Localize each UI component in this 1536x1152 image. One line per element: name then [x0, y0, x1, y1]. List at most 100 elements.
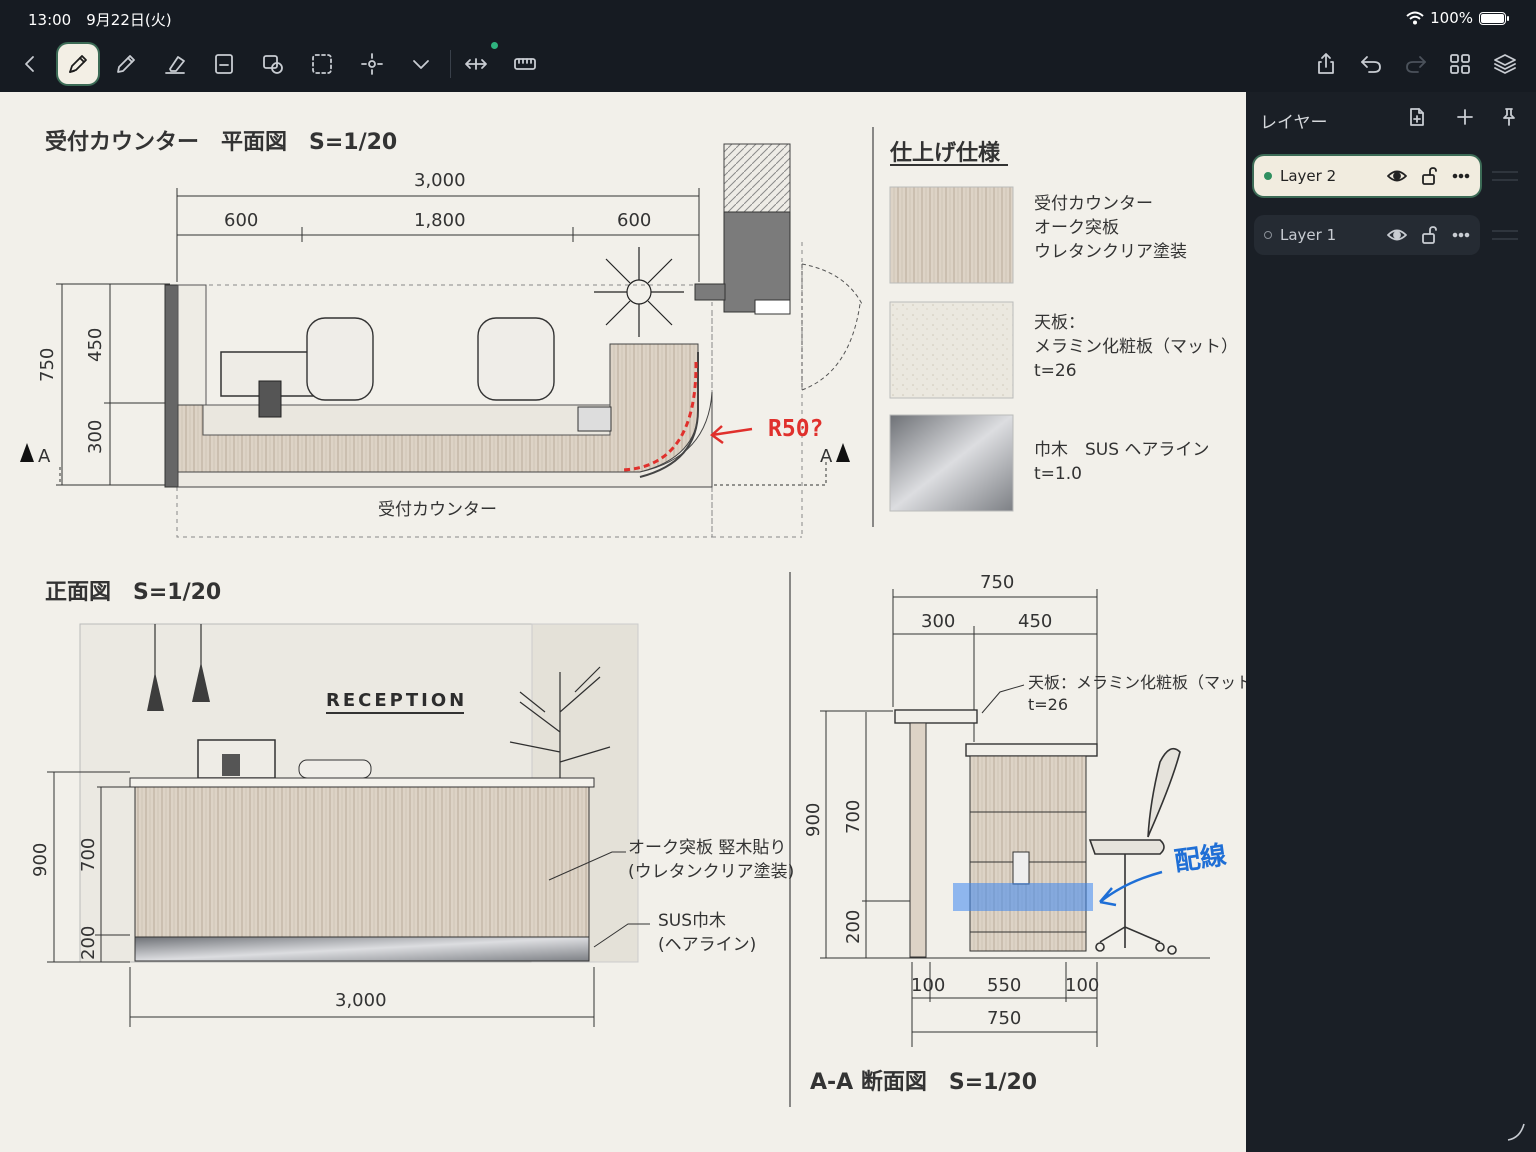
section-title: A-A 断面図 S=1/20 [810, 1070, 1038, 1095]
wifi-icon [1406, 11, 1424, 25]
grid-icon[interactable] [1440, 44, 1480, 84]
finish-item-2: 天板： メラミン化粧板（マット） t=26 [1034, 311, 1238, 383]
toolbar [0, 36, 1536, 92]
plan-dim-c: 600 [617, 210, 652, 231]
lock-open-icon[interactable] [1416, 223, 1442, 247]
share-icon[interactable] [1306, 44, 1346, 84]
section-top-note-line-2: t=26 [1028, 695, 1069, 714]
section-top-note: 天板：メラミン化粧板（マット） t=26 [1028, 672, 1246, 716]
layer-active-dot [1264, 172, 1272, 180]
finish-item-3: 巾木 SUS ヘアライン t=1.0 [1034, 438, 1209, 486]
pencil-icon[interactable] [106, 44, 146, 84]
plan-dim-450: 450 [85, 327, 106, 362]
plan-counter-label: 受付カウンター [378, 500, 497, 520]
layers-panel-title: レイヤー [1260, 113, 1328, 133]
front-dim-3000: 3,000 [335, 990, 387, 1011]
back-icon[interactable] [10, 44, 50, 84]
plan-plant [594, 247, 684, 337]
text-box-icon[interactable] [204, 44, 244, 84]
shapes-icon[interactable] [253, 44, 293, 84]
front-dim-700: 700 [78, 837, 99, 872]
front-note-oak-line-1: オーク突板 竪木貼り [628, 838, 787, 858]
status-right: 100% [1406, 9, 1509, 27]
plan-dim-300: 300 [85, 419, 106, 454]
front-note-oak: オーク突板 竪木貼り (ウレタンクリア塗装) [628, 836, 794, 884]
markup-wiring: 配線 [1172, 840, 1229, 878]
eraser-icon[interactable] [155, 44, 195, 84]
section-marker-left: A [38, 446, 51, 467]
section-top-note-line-1: 天板：メラミン化粧板（マット） [1028, 673, 1246, 692]
front-dim-200: 200 [78, 925, 99, 960]
undo-icon[interactable] [1351, 44, 1391, 84]
toolbar-divider [450, 50, 451, 78]
battery-percent: 100% [1430, 9, 1473, 27]
plan-dim-total: 3,000 [414, 170, 466, 191]
finish-title: 仕上げ仕様 [890, 141, 1001, 166]
section-chair [1088, 747, 1181, 955]
plan-dim-b: 1,800 [414, 210, 466, 231]
layer-name: Layer 2 [1280, 167, 1337, 185]
markup-r50: R50? [768, 416, 824, 442]
status-date: 9月22日(火) [86, 11, 172, 29]
plan-dim-a: 600 [224, 210, 259, 231]
finish-item-2-line-1: 天板： [1034, 313, 1085, 333]
status-time-date: 13:00 9月22日(火) [28, 9, 172, 30]
resize-corner-icon[interactable] [1504, 1120, 1528, 1144]
section-marker-right: A [820, 446, 833, 467]
active-indicator-dot [491, 42, 498, 49]
plan-title: 受付カウンター 平面図 S=1/20 [45, 130, 398, 155]
layer-drag-handle[interactable] [1492, 171, 1518, 181]
finish-item-1: 受付カウンター オーク突板 ウレタンクリア塗装 [1034, 192, 1187, 264]
status-time: 13:00 [28, 11, 72, 29]
plan-dim-750: 750 [37, 347, 58, 382]
section-dim-100-right: 100 [1065, 975, 1100, 996]
drawing-canvas[interactable]: 受付カウンター 平面図 S=1/20 3,000 600 1,800 600 7… [0, 92, 1246, 1152]
layer-drag-handle[interactable] [1492, 230, 1518, 240]
section-dim-750-bottom: 750 [987, 1008, 1022, 1029]
finish-item-1-line-3: ウレタンクリア塗装 [1034, 242, 1187, 262]
add-layer-icon[interactable] [1454, 106, 1478, 130]
eye-icon[interactable] [1384, 164, 1410, 188]
ruler-icon[interactable] [505, 44, 545, 84]
front-note-sus-line-2: (ヘアライン) [658, 935, 757, 955]
section-dim-700: 700 [843, 799, 864, 834]
front-dim-900: 900 [30, 842, 51, 877]
section-dim-300: 300 [921, 611, 956, 632]
add-page-layer-icon[interactable] [1406, 106, 1430, 130]
section-dim-550: 550 [987, 975, 1022, 996]
more-options-icon[interactable] [1448, 164, 1474, 188]
finish-item-3-line-1: 巾木 SUS ヘアライン [1034, 440, 1210, 460]
pin-icon[interactable] [1498, 106, 1522, 130]
finish-item-1-line-1: 受付カウンター [1034, 194, 1153, 214]
status-bar: 13:00 9月22日(火) 100% [0, 0, 1536, 36]
eye-icon[interactable] [1384, 223, 1410, 247]
finish-item-2-line-3: t=26 [1034, 361, 1077, 381]
pen-icon[interactable] [58, 44, 98, 84]
front-title: 正面図 S=1/20 [45, 580, 222, 605]
lock-open-icon[interactable] [1416, 164, 1442, 188]
reception-sign: RECEPTION [326, 690, 468, 711]
section-dim-450: 450 [1018, 611, 1053, 632]
layer-inactive-dot [1264, 231, 1272, 239]
layer-row-layer-1[interactable]: Layer 1 [1254, 215, 1480, 255]
resize-icon[interactable] [456, 44, 496, 84]
more-options-icon[interactable] [1448, 223, 1474, 247]
front-note-oak-line-2: (ウレタンクリア塗装) [628, 862, 795, 882]
lasso-icon[interactable] [302, 44, 342, 84]
section-dim-100-left: 100 [911, 975, 946, 996]
more-tools-icon[interactable] [401, 44, 441, 84]
layers-icon[interactable] [1485, 44, 1525, 84]
front-note-sus-line-1: SUS巾木 [658, 911, 727, 931]
finish-item-3-line-2: t=1.0 [1034, 464, 1082, 484]
finish-item-1-line-2: オーク突板 [1034, 218, 1119, 238]
battery-icon [1479, 11, 1509, 25]
laser-pointer-icon[interactable] [352, 44, 392, 84]
layer-row-layer-2[interactable]: Layer 2 [1254, 156, 1480, 196]
layers-panel: レイヤー Layer 2 Layer 1 [1246, 92, 1536, 1152]
finish-item-2-line-2: メラミン化粧板（マット） [1034, 337, 1238, 357]
section-dim-200: 200 [843, 909, 864, 944]
front-note-sus: SUS巾木 (ヘアライン) [658, 909, 756, 957]
layer-name: Layer 1 [1280, 226, 1337, 244]
redo-icon[interactable] [1396, 44, 1436, 84]
section-dim-750-top: 750 [980, 572, 1015, 593]
